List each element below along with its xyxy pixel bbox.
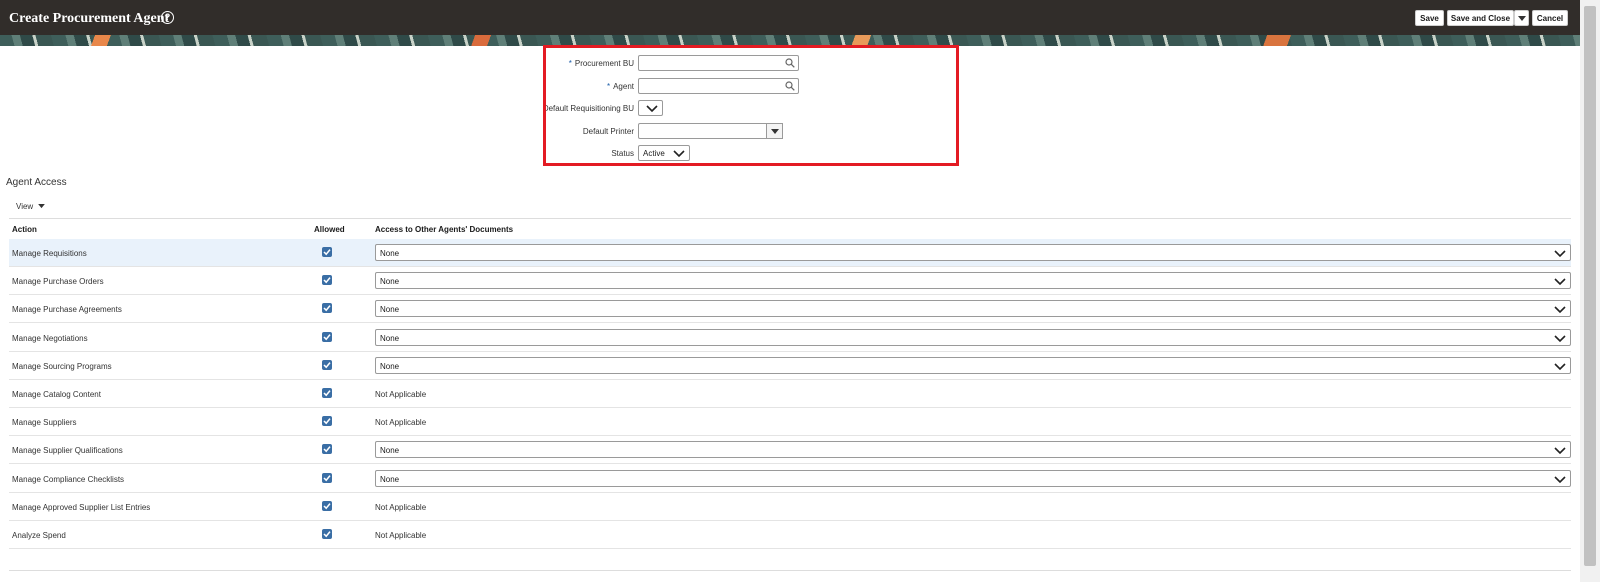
access-select[interactable]: None <box>375 469 1571 487</box>
checkmark-icon <box>323 305 331 312</box>
table-row[interactable]: Manage Compliance Checklists None <box>9 465 1571 493</box>
access-value: None <box>380 333 400 343</box>
save-and-close-button[interactable]: Save and Close <box>1447 10 1514 26</box>
access-select[interactable]: None <box>375 272 1571 290</box>
allowed-checkbox[interactable] <box>322 472 332 483</box>
access-text: Not Applicable <box>375 390 427 399</box>
allowed-checkbox[interactable] <box>322 275 332 286</box>
access-select[interactable]: None <box>375 441 1571 459</box>
checkmark-icon <box>323 390 331 397</box>
action-cell: Manage Requisitions <box>12 249 87 258</box>
scrollbar-thumb[interactable] <box>1584 6 1596 566</box>
vertical-scrollbar[interactable] <box>1580 0 1600 582</box>
chevron-down-icon <box>1554 447 1566 455</box>
cancel-button[interactable]: Cancel <box>1532 10 1568 26</box>
checkmark-icon <box>323 249 331 256</box>
column-header-access[interactable]: Access to Other Agents' Documents <box>375 225 513 234</box>
table-row[interactable]: Manage Supplier Qualifications None <box>9 436 1571 465</box>
access-value: None <box>380 277 400 287</box>
table-row[interactable]: Manage Catalog Content Not Applicable <box>9 380 1571 408</box>
action-cell: Manage Supplier Qualifications <box>12 446 123 456</box>
access-value: None <box>380 474 400 484</box>
action-cell: Manage Sourcing Programs <box>12 361 112 371</box>
action-cell: Manage Suppliers <box>12 418 77 428</box>
access-select[interactable]: None <box>375 328 1571 346</box>
table-bottom-divider <box>9 570 1571 571</box>
action-cell: Manage Approved Supplier List Entries <box>12 502 151 512</box>
access-select[interactable]: None <box>375 356 1571 374</box>
allowed-checkbox[interactable] <box>322 359 332 370</box>
action-cell: Manage Purchase Agreements <box>12 305 122 315</box>
view-menu[interactable]: View <box>16 202 46 211</box>
checkmark-icon <box>323 277 331 284</box>
table-row[interactable]: Manage Requisitions None <box>9 239 1571 267</box>
table-row[interactable]: Manage Purchase Agreements None <box>9 295 1571 324</box>
action-cell: Manage Compliance Checklists <box>12 474 125 484</box>
action-cell: Manage Negotiations <box>12 333 88 343</box>
checkmark-icon <box>323 474 331 481</box>
action-cell: Manage Purchase Orders <box>12 277 104 287</box>
checkmark-icon <box>323 502 331 510</box>
table-header: Action Allowed Access to Other Agents' D… <box>9 218 1571 241</box>
chevron-down-icon <box>1554 476 1566 483</box>
help-icon[interactable]: ? <box>161 11 174 24</box>
action-cell: Analyze Spend <box>12 531 66 540</box>
checkmark-icon <box>323 418 331 425</box>
highlight-annotation-box <box>543 45 959 166</box>
allowed-checkbox[interactable] <box>322 388 332 398</box>
table-row[interactable]: Manage Suppliers Not Applicable <box>9 408 1571 437</box>
allowed-checkbox[interactable] <box>322 444 332 455</box>
page-header: Create Procurement Agent ? Save Save and… <box>0 0 1580 35</box>
chevron-down-icon <box>1554 278 1566 286</box>
page-title: Create Procurement Agent <box>9 11 170 26</box>
table-row[interactable]: Manage Sourcing Programs None <box>9 352 1571 380</box>
access-value: None <box>380 446 400 456</box>
caret-down-icon <box>38 204 46 209</box>
caret-down-icon <box>1518 16 1526 21</box>
access-text: Not Applicable <box>375 531 427 540</box>
action-cell: Manage Catalog Content <box>12 390 101 399</box>
column-header-allowed[interactable]: Allowed <box>314 225 345 234</box>
table-row[interactable]: Analyze Spend Not Applicable <box>9 521 1571 549</box>
access-value: None <box>380 305 400 315</box>
table-row[interactable]: Manage Purchase Orders None <box>9 267 1571 296</box>
save-button[interactable]: Save <box>1415 10 1444 26</box>
access-text: Not Applicable <box>375 502 427 512</box>
chevron-down-icon <box>1554 335 1566 342</box>
access-select[interactable]: None <box>375 244 1571 261</box>
allowed-checkbox[interactable] <box>322 247 332 257</box>
table-row[interactable]: Manage Approved Supplier List Entries Not… <box>9 493 1571 521</box>
checkmark-icon <box>323 531 331 538</box>
access-value: None <box>380 361 400 371</box>
access-text: Not Applicable <box>375 418 427 428</box>
chevron-down-icon <box>1554 363 1566 370</box>
allowed-checkbox[interactable] <box>322 500 332 511</box>
allowed-checkbox[interactable] <box>322 529 332 539</box>
allowed-checkbox[interactable] <box>322 416 332 427</box>
agent-access-title: Agent Access <box>6 177 67 188</box>
access-value: None <box>380 249 400 258</box>
allowed-checkbox[interactable] <box>322 303 332 314</box>
column-header-action[interactable]: Action <box>12 225 37 234</box>
access-select[interactable]: None <box>375 300 1571 318</box>
chevron-down-icon <box>1554 306 1566 314</box>
allowed-checkbox[interactable] <box>322 331 332 342</box>
checkmark-icon <box>323 446 331 453</box>
checkmark-icon <box>323 361 331 369</box>
save-options-dropdown[interactable] <box>1514 10 1529 26</box>
chevron-down-icon <box>1554 250 1566 258</box>
table-row[interactable]: Manage Negotiations None <box>9 324 1571 352</box>
checkmark-icon <box>323 333 331 340</box>
